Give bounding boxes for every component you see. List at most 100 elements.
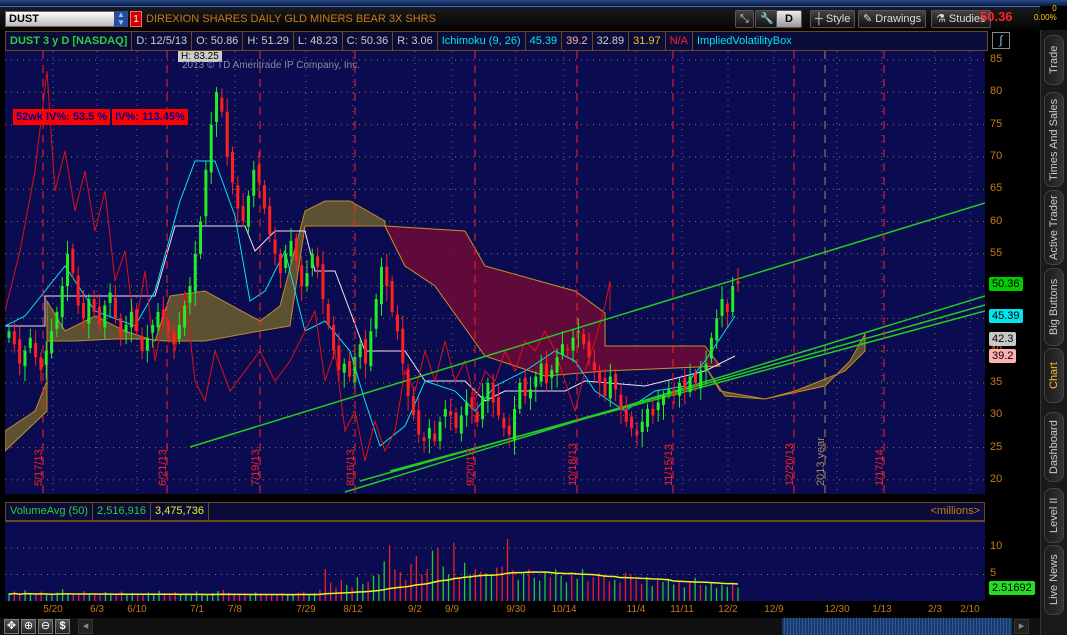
candle	[23, 345, 27, 382]
candle	[262, 180, 266, 214]
ichimoku-chikou: N/A	[666, 32, 693, 50]
candle	[358, 339, 362, 369]
expiration-label: 6/21/13	[157, 449, 169, 486]
volume-units: <millions>	[930, 505, 980, 517]
low-value: L: 48.23	[294, 32, 343, 50]
candle	[140, 327, 144, 360]
pan-icon[interactable]: ✥	[4, 619, 19, 634]
date-axis-label: 6/10	[127, 604, 147, 615]
price-badge: 39.2	[989, 348, 1017, 363]
price-axis-label: 55	[990, 246, 1003, 259]
date-axis-label: 12/2	[718, 604, 738, 615]
expiration-label: 11/15/13	[663, 443, 675, 486]
ichimoku-tenkan: 45.39	[526, 32, 563, 50]
ichimoku-study-label[interactable]: Ichimoku (9, 26)	[438, 32, 526, 50]
side-tab-chart[interactable]: Chart	[1044, 348, 1064, 403]
candle	[401, 315, 405, 376]
candle	[640, 408, 644, 447]
iv-study-label[interactable]: ImpliedVolatilityBox	[693, 32, 796, 50]
time-scrollbar[interactable]	[782, 618, 1012, 635]
candle	[683, 368, 687, 405]
date-axis-label: 11/11	[670, 604, 694, 615]
side-tab-trade[interactable]: Trade	[1044, 35, 1064, 85]
alert-badge[interactable]: 1	[130, 11, 142, 27]
candle	[603, 368, 607, 402]
side-tab-active-trader[interactable]: Active Trader	[1044, 190, 1064, 265]
price-badge: 42.3	[989, 331, 1017, 346]
volume-study-label[interactable]: VolumeAvg (50)	[6, 503, 94, 520]
candle	[364, 330, 368, 379]
candle	[619, 385, 623, 424]
chart-info-bar: DUST 3 y D [NASDAQ] D: 12/5/13 O: 50.86 …	[5, 31, 988, 51]
candle	[390, 275, 394, 318]
price-chart[interactable]: 52wk IV%: 53.5 % IV%: 113.45%	[4, 51, 986, 494]
side-tab-times-and-sales[interactable]: Times And Sales	[1044, 92, 1064, 187]
symbol-dropdown-icon[interactable]: ▲ ▼	[114, 11, 128, 27]
candle	[92, 289, 96, 318]
side-tab-live-news[interactable]: Live News	[1044, 545, 1064, 615]
flask-icon: ⚗	[936, 13, 949, 25]
chart-mode-icon[interactable]: ∫	[992, 32, 1010, 49]
candle	[497, 384, 501, 421]
style-button[interactable]: ┼ Style	[810, 10, 856, 28]
candle	[199, 216, 203, 259]
candle	[646, 403, 650, 433]
candle	[305, 260, 309, 292]
scroll-right-icon[interactable]: ▸	[1014, 619, 1029, 634]
date-axis-label: 2/10	[960, 604, 980, 615]
zoom-in-icon[interactable]: ⊕	[21, 619, 36, 634]
price-axis-label: 85	[990, 53, 1003, 65]
date-axis-label: 9/2	[408, 604, 422, 615]
candle	[486, 377, 490, 413]
scroll-left-icon[interactable]: ◂	[78, 619, 93, 634]
side-tab-level-ii[interactable]: Level II	[1044, 488, 1064, 543]
candle	[433, 420, 437, 447]
candle	[635, 421, 639, 447]
symbol-input[interactable]: DUST	[5, 11, 115, 27]
candle	[614, 368, 618, 402]
candle	[406, 363, 410, 411]
candle	[108, 283, 112, 318]
date-axis[interactable]: 5/20 6/3 6/10 7/1 7/8 7/29 8/12 9/2 9/9 9/30 10/14…	[0, 601, 990, 618]
ichimoku-span-b: 31.97	[629, 32, 666, 50]
candle	[656, 389, 660, 422]
candle	[145, 324, 149, 363]
candle	[528, 376, 532, 411]
iv-box: 52wk IV%: 53.5 % IV%: 113.45%	[13, 109, 190, 125]
aggregation-button[interactable]: D	[776, 10, 802, 28]
candle	[513, 395, 517, 455]
side-tab-big-buttons[interactable]: Big Buttons	[1044, 268, 1064, 346]
candle	[316, 247, 320, 279]
candle	[630, 411, 634, 437]
candle	[278, 248, 282, 289]
volume-value: 2,516,916	[93, 503, 152, 520]
zoom-out-icon[interactable]: ⊖	[38, 619, 53, 634]
volume-axis-5: 5	[990, 567, 997, 579]
candle	[715, 309, 719, 349]
candle	[454, 407, 458, 434]
ichimoku-cloud-bearish	[384, 225, 721, 377]
volume-chart-svg	[5, 538, 985, 601]
copyright-text: 2013 © TD Ameritrade IP Company, Inc.	[182, 60, 361, 71]
candle	[523, 368, 527, 405]
side-tab-dashboard[interactable]: Dashboard	[1044, 412, 1064, 482]
price-candles	[7, 87, 740, 455]
date-axis-label: 6/3	[90, 604, 104, 615]
date-value: D: 12/5/13	[132, 32, 193, 50]
price-axis-label: 35	[990, 376, 1003, 388]
expiration-label: 8/16/13	[345, 449, 357, 486]
net-change-value: 0	[1052, 4, 1057, 13]
crosshair-tool-icon[interactable]: ⤡	[735, 10, 754, 28]
drawings-button[interactable]: ✎ Drawings	[858, 10, 927, 28]
candle	[427, 419, 431, 454]
candle	[481, 383, 485, 428]
price-type-icon[interactable]: $	[55, 619, 70, 634]
ichimoku-span-a: 32.89	[593, 32, 630, 50]
candle	[449, 398, 453, 431]
candle	[417, 397, 421, 444]
price-axis-label: 80	[990, 85, 1003, 98]
price-axis-label: 65	[990, 182, 1003, 195]
candle	[411, 386, 415, 421]
style-label: Style	[825, 13, 851, 25]
volume-chart[interactable]	[5, 521, 985, 601]
